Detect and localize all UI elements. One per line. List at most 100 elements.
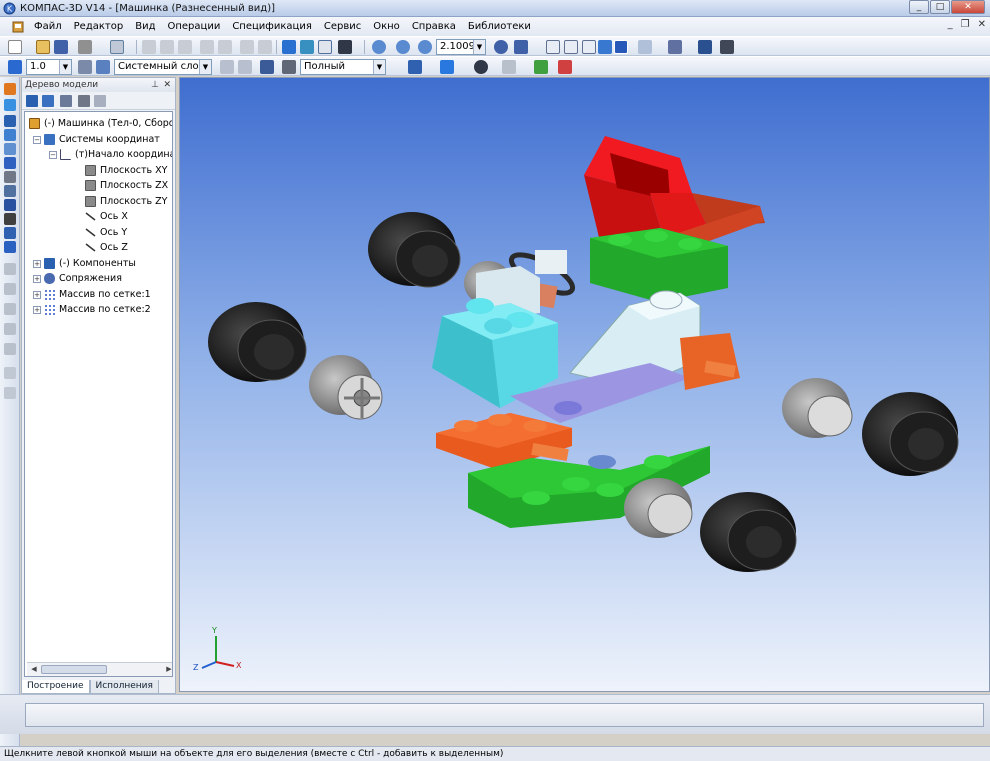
tree-filter-icon[interactable] <box>60 95 72 107</box>
expand-icon[interactable]: + <box>33 290 41 299</box>
sketch-icon[interactable] <box>4 115 16 127</box>
tool-6-icon[interactable] <box>4 367 16 379</box>
open-folder-icon[interactable] <box>36 40 50 54</box>
mode-combo[interactable]: Полный ▼ <box>300 59 386 75</box>
tree-item-mates[interactable]: + Сопряжения <box>33 271 122 286</box>
curve-icon[interactable] <box>4 199 16 211</box>
tree-item-grid-array-2[interactable]: + Массив по сетке:2 <box>33 302 151 317</box>
pin-icon[interactable]: ⊥ <box>151 78 159 92</box>
wireframe-icon[interactable] <box>564 40 578 54</box>
collapse-icon[interactable]: − <box>33 135 41 144</box>
tool-4-icon[interactable] <box>4 323 16 335</box>
diagnostic-icon[interactable] <box>4 227 16 239</box>
surface-icon[interactable] <box>4 185 16 197</box>
scroll-left-icon[interactable]: ◀ <box>29 665 39 674</box>
shaded-icon[interactable] <box>598 40 612 54</box>
render-icon[interactable] <box>408 60 422 74</box>
expand-icon[interactable]: + <box>33 259 41 268</box>
tool-1-icon[interactable] <box>4 263 16 275</box>
tree-structure-icon[interactable] <box>26 95 38 107</box>
rotate-tool-icon[interactable] <box>4 157 16 169</box>
grid-array-tool-icon[interactable] <box>4 143 16 155</box>
tree-item-assembly[interactable]: (-) Машинка (Тел-0, Сборочн <box>29 116 172 131</box>
menu-file[interactable]: Файл <box>28 21 68 32</box>
save-icon[interactable] <box>54 40 68 54</box>
chevron-down-icon[interactable]: ▼ <box>473 40 485 54</box>
close-button[interactable]: ✕ <box>951 0 985 14</box>
camera-icon[interactable] <box>474 60 488 74</box>
menu-window[interactable]: Окно <box>367 21 406 32</box>
format-painter-icon[interactable] <box>200 40 214 54</box>
tool-3-icon[interactable] <box>4 303 16 315</box>
chevron-down-icon[interactable]: ▼ <box>373 60 385 74</box>
shaded-edges-icon[interactable] <box>614 40 628 54</box>
doc-minimize-button[interactable]: _ <box>948 19 953 30</box>
redo-icon[interactable] <box>258 40 272 54</box>
extrude-icon[interactable] <box>4 129 16 141</box>
tree-item-origin[interactable]: − (т)Начало координат <box>49 147 172 162</box>
collapse-icon[interactable]: − <box>49 150 57 159</box>
layers-icon[interactable] <box>96 60 110 74</box>
mate-tool-icon[interactable] <box>4 171 16 183</box>
tree-page-icon[interactable] <box>78 95 90 107</box>
tire-rear-right[interactable] <box>862 392 959 476</box>
perspective-icon[interactable] <box>638 40 652 54</box>
zoom-combo[interactable]: 2.1009 ▼ <box>436 39 486 55</box>
undo-icon[interactable] <box>240 40 254 54</box>
menu-service[interactable]: Сервис <box>318 21 367 32</box>
manager-icon[interactable] <box>282 40 296 54</box>
expand-icon[interactable]: + <box>33 305 41 314</box>
tab-executions[interactable]: Исполнения <box>89 680 159 694</box>
tire-front-right[interactable] <box>700 492 797 572</box>
menu-help[interactable]: Справка <box>406 21 462 32</box>
model-viewport[interactable]: Y X Z <box>179 77 990 692</box>
menu-libraries[interactable]: Библиотеки <box>462 21 537 32</box>
close-icon[interactable]: ✕ <box>163 78 171 92</box>
spec-icon[interactable] <box>4 241 16 253</box>
rim-front-right[interactable] <box>624 478 693 538</box>
doc-close-button[interactable]: ✕ <box>978 19 986 30</box>
measure-tool-icon[interactable] <box>4 213 16 225</box>
menu-editor[interactable]: Редактор <box>68 21 130 32</box>
expand-icon[interactable]: + <box>33 274 41 283</box>
section-icon[interactable] <box>668 40 682 54</box>
tree-item-axis-x[interactable]: Ось X <box>85 209 128 224</box>
copy-icon[interactable] <box>160 40 174 54</box>
tree-item-components[interactable]: + (-) Компоненты <box>33 256 136 271</box>
edit-assembly-icon[interactable] <box>4 83 16 95</box>
exploded-car-model[interactable] <box>180 78 990 692</box>
zoom-window-icon[interactable] <box>396 40 410 54</box>
tire-front-left[interactable] <box>208 302 307 382</box>
list-icon[interactable] <box>282 60 296 74</box>
zoom-scale-icon[interactable] <box>418 40 432 54</box>
scrollbar-thumb[interactable] <box>41 665 107 674</box>
tree-item-plane-xy[interactable]: Плоскость XY <box>85 163 168 178</box>
tree-order-icon[interactable] <box>42 95 54 107</box>
orientation-icon[interactable] <box>238 60 252 74</box>
function-icon[interactable] <box>318 40 332 54</box>
step-combo[interactable]: 1.0 ▼ <box>26 59 72 75</box>
tree-item-grid-array-1[interactable]: + Массив по сетке:1 <box>33 287 151 302</box>
text-style-icon[interactable] <box>558 60 572 74</box>
tree-item-axis-z[interactable]: Ось Z <box>85 240 128 255</box>
paste-icon[interactable] <box>178 40 192 54</box>
tree-item-plane-zy[interactable]: Плоскость ZY <box>85 194 168 209</box>
menu-operations[interactable]: Операции <box>161 21 226 32</box>
local-cs-icon[interactable] <box>220 60 234 74</box>
display-mode-icon[interactable] <box>698 40 712 54</box>
angle-snap-icon[interactable] <box>78 60 92 74</box>
scroll-right-icon[interactable]: ▶ <box>164 665 172 674</box>
pan-icon[interactable] <box>514 40 528 54</box>
chevron-down-icon[interactable]: ▼ <box>199 60 211 74</box>
print-icon[interactable] <box>78 40 92 54</box>
chevron-down-icon[interactable]: ▼ <box>59 60 71 74</box>
tree-item-axis-y[interactable]: Ось Y <box>85 225 127 240</box>
help-pointer-icon[interactable] <box>338 40 352 54</box>
rim-rear-right[interactable] <box>782 378 853 438</box>
cut-icon[interactable] <box>142 40 156 54</box>
detail-icon[interactable] <box>4 99 16 111</box>
rim-front-left[interactable] <box>309 355 383 420</box>
measure-icon[interactable] <box>720 40 734 54</box>
rotate-icon[interactable] <box>494 40 508 54</box>
new-document-icon[interactable] <box>8 40 22 54</box>
